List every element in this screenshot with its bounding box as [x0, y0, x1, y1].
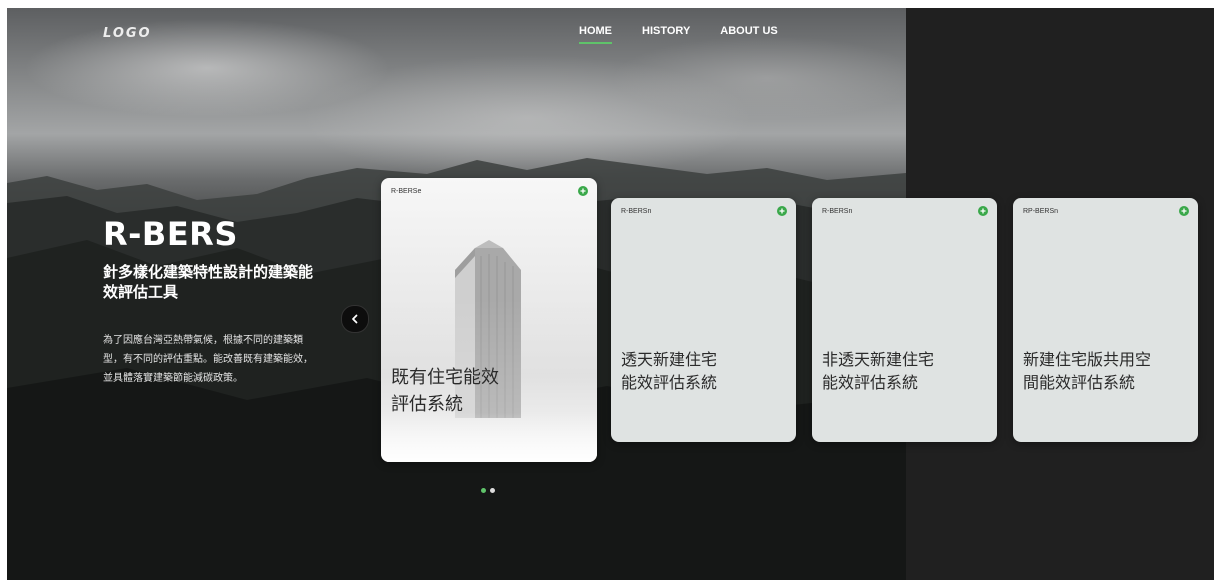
- card-tag: RP-BERSn: [1023, 208, 1059, 215]
- nav-item-home[interactable]: HOME: [579, 25, 612, 44]
- card-title: 既有住宅能效 評估系統: [391, 367, 499, 415]
- plus-icon: [779, 208, 785, 214]
- card-rp-bersn[interactable]: RP-BERSn 新建住宅版共用空 間能效評估系統: [1013, 198, 1198, 442]
- card-r-bersn-non-detached[interactable]: R-BERSn 非透天新建住宅 能效評估系統: [812, 198, 997, 442]
- logo[interactable]: LOGO: [103, 26, 152, 41]
- card-tag: R-BERSn: [822, 208, 853, 215]
- card-tag: R-BERSn: [621, 208, 652, 215]
- card-title: 非透天新建住宅 能效評估系統: [822, 350, 935, 392]
- card-r-berse[interactable]: R-BERSe 既有住宅能效 評估系統: [381, 178, 597, 462]
- hero-subtitle: 針多樣化建築特性設計的建築能效評估工具: [103, 263, 314, 301]
- plus-icon: [580, 188, 586, 194]
- carousel-dot[interactable]: [490, 488, 495, 493]
- plus-circle-icon[interactable]: [978, 206, 988, 216]
- chevron-left-icon: [352, 314, 358, 324]
- nav-item-about-us[interactable]: ABOUT US: [720, 25, 777, 44]
- carousel-prev-button[interactable]: [341, 305, 369, 333]
- carousel-dots: [481, 488, 495, 493]
- plus-icon: [980, 208, 986, 214]
- carousel-dot[interactable]: [481, 488, 486, 493]
- top-nav: HOME HISTORY ABOUT US: [579, 25, 808, 44]
- card-title: 透天新建住宅 能效評估系統: [621, 350, 718, 392]
- plus-icon: [1181, 208, 1187, 214]
- plus-circle-icon[interactable]: [1179, 206, 1189, 216]
- nav-item-history[interactable]: HISTORY: [642, 25, 690, 44]
- hero-title: R-BERS: [103, 215, 238, 253]
- hero-description: 為了因應台灣亞熱帶氣候，根據不同的建築類型，有不同的評估重點。能改善既有建築能效…: [103, 335, 313, 384]
- skyscraper-image: [381, 240, 597, 462]
- plus-circle-icon[interactable]: [578, 186, 588, 196]
- card-title: 新建住宅版共用空 間能效評估系統: [1023, 350, 1152, 392]
- plus-circle-icon[interactable]: [777, 206, 787, 216]
- page-frame: LOGO HOME HISTORY ABOUT US R-BERS 針多樣化建築…: [7, 8, 1214, 580]
- card-r-bersn-detached[interactable]: R-BERSn 透天新建住宅 能效評估系統: [611, 198, 796, 442]
- card-tag: R-BERSe: [391, 188, 422, 195]
